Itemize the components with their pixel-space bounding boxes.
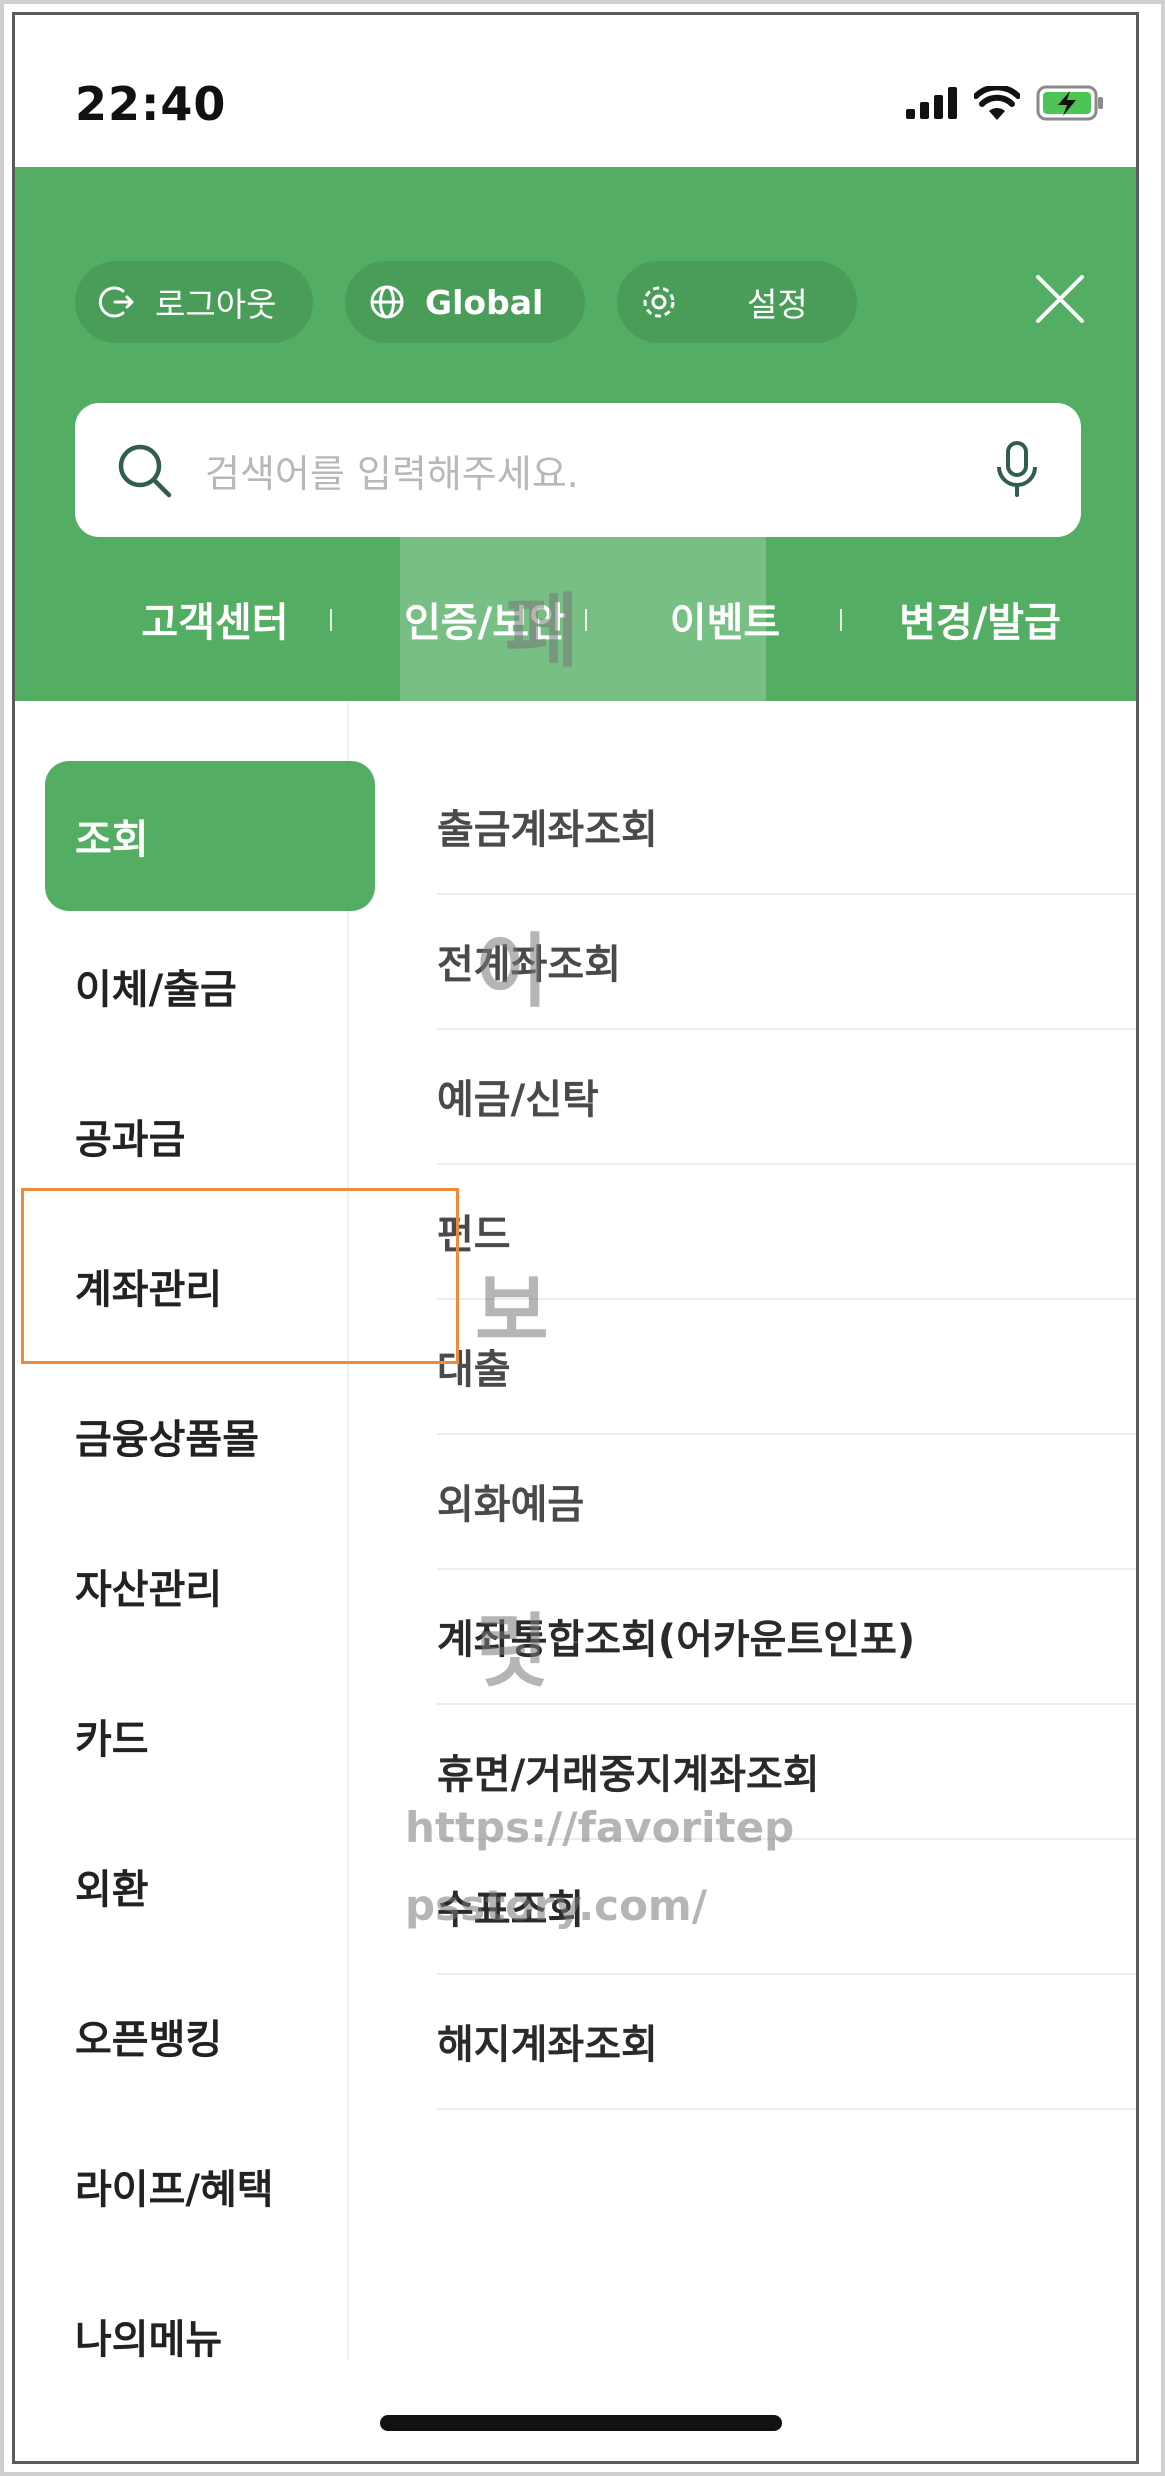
left-menu-label: 공과금	[75, 1117, 186, 1163]
status-icons	[906, 85, 1106, 121]
quick-links: 고객센터 인증/보안 이벤트 변경/발급	[15, 537, 1136, 701]
left-menu-label: 나의메뉴	[75, 2317, 223, 2363]
logout-icon	[97, 282, 137, 322]
sub-menu-item[interactable]: 계좌통합조회(어카운트인포)	[437, 1569, 1136, 1705]
left-menu-item-open-banking[interactable]: 오픈뱅킹	[45, 1961, 375, 2111]
left-menu-item-my-menu[interactable]: 나의메뉴	[45, 2261, 375, 2411]
settings-label: 설정	[747, 285, 808, 324]
sub-menu-item[interactable]: 예금/신탁	[437, 1029, 1136, 1165]
sub-menu-item[interactable]: 해지계좌조회	[437, 1974, 1136, 2110]
sub-menu-item[interactable]: 휴면/거래중지계좌조회	[437, 1704, 1136, 1840]
sub-menu-item[interactable]: 수표조회	[437, 1839, 1136, 1975]
left-menu-label: 자산관리	[75, 1567, 223, 1613]
left-menu-label: 조회	[75, 817, 149, 863]
left-menu-item-inquiry[interactable]: 조회	[45, 761, 375, 911]
search-bar[interactable]: 검색어를 입력해주세요.	[75, 403, 1081, 537]
mic-icon[interactable]	[995, 441, 1039, 499]
close-icon[interactable]	[1032, 271, 1088, 327]
battery-charging-icon	[1036, 85, 1103, 121]
quick-link-event[interactable]: 이벤트	[605, 537, 845, 701]
logout-button[interactable]: 로그아웃	[75, 261, 313, 343]
logout-label: 로그아웃	[155, 285, 277, 324]
global-button[interactable]: Global	[345, 261, 585, 343]
sub-menu-item[interactable]: 대출	[437, 1299, 1136, 1435]
home-indicator[interactable]	[380, 2415, 782, 2431]
status-time: 22:40	[75, 77, 227, 131]
settings-button[interactable]: 설정	[617, 261, 857, 343]
sub-menu-item[interactable]: 전계좌조회	[437, 894, 1136, 1030]
left-menu-item-transfer[interactable]: 이체/출금	[45, 911, 375, 1061]
app-screen: 22:40 로그아웃 Global 설정 검색어를 입력해주세요. 고객센터 인…	[12, 12, 1139, 2464]
highlight-box	[21, 1188, 459, 1364]
left-menu-item-card[interactable]: 카드	[45, 1661, 375, 1811]
left-menu-label: 이체/출금	[75, 967, 237, 1013]
left-menu-item-assets[interactable]: 자산관리	[45, 1511, 375, 1661]
divider	[330, 609, 332, 631]
left-menu-label: 카드	[75, 1717, 149, 1763]
search-input[interactable]: 검색어를 입력해주세요.	[205, 443, 579, 498]
gear-icon	[639, 282, 679, 322]
divider	[840, 609, 842, 631]
sub-menu-item[interactable]: 외화예금	[437, 1434, 1136, 1570]
global-label: Global	[425, 282, 544, 322]
divider	[585, 609, 587, 631]
search-icon	[118, 444, 172, 498]
quick-link-auth-security[interactable]: 인증/보안	[365, 537, 605, 701]
quick-link-change-issue[interactable]: 변경/발급	[860, 537, 1100, 701]
left-menu-label: 오픈뱅킹	[75, 2017, 223, 2063]
left-menu-label: 라이프/혜택	[75, 2167, 274, 2213]
menu-header: 로그아웃 Global 설정 검색어를 입력해주세요. 고객센터 인증/보안 이…	[15, 167, 1136, 701]
left-menu: 조회 이체/출금 공과금 계좌관리 금융상품몰 자산관리 카드 외환 오픈뱅킹 …	[15, 701, 375, 2363]
left-menu-label: 외환	[75, 1867, 149, 1913]
wifi-icon	[974, 86, 1020, 120]
globe-icon	[367, 282, 407, 322]
signal-icon	[906, 87, 957, 119]
sub-menu-item[interactable]: 펀드	[437, 1164, 1136, 1300]
quick-link-customer-center[interactable]: 고객센터	[95, 537, 335, 701]
left-menu-label: 금융상품몰	[75, 1417, 259, 1463]
left-menu-item-life-benefits[interactable]: 라이프/혜택	[45, 2111, 375, 2261]
status-bar: 22:40	[15, 15, 1136, 167]
sub-menu-item[interactable]: 출금계좌조회	[437, 759, 1136, 895]
left-menu-item-forex[interactable]: 외환	[45, 1811, 375, 1961]
left-menu-item-products[interactable]: 금융상품몰	[45, 1361, 375, 1511]
